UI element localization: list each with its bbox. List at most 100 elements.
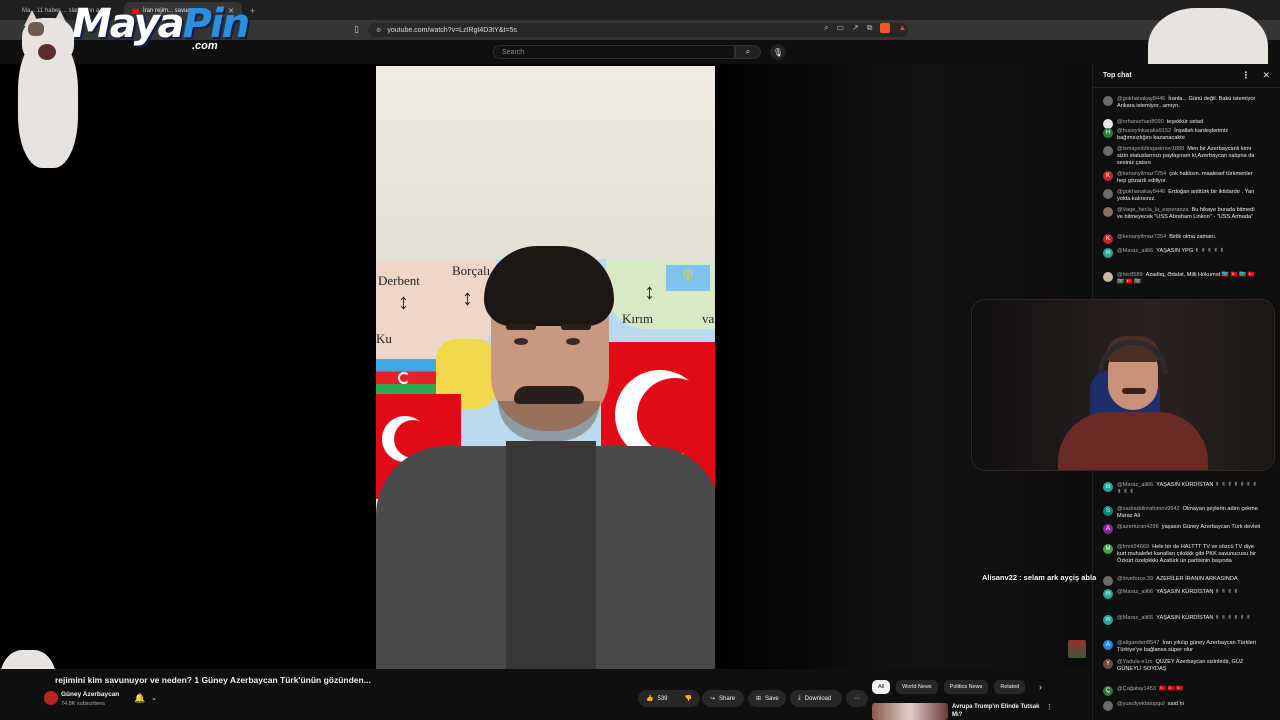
share-label: Share bbox=[719, 695, 736, 702]
chat-author[interactable]: @loveforce.39 bbox=[1117, 576, 1153, 582]
chat-avatar[interactable]: H bbox=[1103, 128, 1113, 138]
thumbs-up-icon[interactable]: 👍 bbox=[646, 695, 653, 702]
mini-thumbnail[interactable] bbox=[1068, 640, 1086, 658]
chat-avatar[interactable]: Ç bbox=[1103, 686, 1113, 696]
chat-author[interactable]: @fmnt24669 bbox=[1117, 544, 1149, 550]
chat-author[interactable]: @Maraz_ali66 bbox=[1117, 248, 1153, 254]
bookmark-icon[interactable]: ▯ bbox=[354, 24, 362, 35]
chat-author[interactable]: @Çağatay1453 bbox=[1117, 686, 1156, 692]
chat-message-body: @sadraddinrahimov9542 Olmayan şeylerin ad… bbox=[1117, 506, 1261, 520]
chat-avatar[interactable] bbox=[1103, 576, 1113, 586]
chat-author[interactable]: @Vaqe_hecla_la_esperanza bbox=[1117, 207, 1189, 213]
chat-text: 🇹🇷 🇹🇷 🇹🇷 bbox=[1158, 686, 1183, 692]
chat-author[interactable]: @kenanyilmaz7254 bbox=[1117, 171, 1166, 177]
cast-icon[interactable]: ▭ bbox=[836, 23, 844, 33]
chat-text: YAŞASIN KÜRDİSTAN ✌ ✌ ✌ ✌ ✌ ✌ bbox=[1156, 615, 1251, 621]
chat-author[interactable]: @sadraddinrahimov9542 bbox=[1117, 506, 1180, 512]
like-dislike-group: 👍 539 👎 bbox=[638, 690, 700, 707]
chat-message: @gokhanakay8446 Erdoğan antitürk bir ikti… bbox=[1093, 189, 1269, 203]
chat-author[interactable]: @ismayeddinqasimov1888 bbox=[1117, 146, 1184, 152]
chat-author[interactable]: @Maraz_ali66 bbox=[1117, 482, 1153, 488]
chat-message-body: @ismayeddinqasimov1888 Men bir Azerbaycan… bbox=[1117, 146, 1261, 167]
logo-text: Maya bbox=[72, 1, 185, 47]
share-icon[interactable]: ↗ bbox=[852, 23, 859, 33]
chat-author[interactable]: @aliganden8547 bbox=[1117, 640, 1159, 646]
chip-related[interactable]: Related bbox=[994, 680, 1026, 694]
chat-author[interactable]: @Yadula-e1m bbox=[1117, 659, 1152, 665]
chat-author[interactable]: @kenanyilmaz7254 bbox=[1117, 234, 1166, 240]
chat-author[interactable]: @Maraz_ali66 bbox=[1117, 615, 1153, 621]
chat-avatar[interactable] bbox=[1103, 701, 1113, 711]
thumbs-down-icon[interactable]: 👎 bbox=[685, 695, 692, 702]
like-count[interactable]: 539 bbox=[657, 696, 667, 702]
chat-avatar[interactable] bbox=[1103, 146, 1113, 156]
streamer-shirt bbox=[1058, 412, 1208, 470]
chevron-right-icon[interactable]: › bbox=[1039, 682, 1042, 692]
chat-avatar[interactable]: Y bbox=[1103, 659, 1113, 669]
notification-bell-icon[interactable]: 🔔 bbox=[134, 693, 145, 704]
chat-avatar[interactable]: A bbox=[1103, 640, 1113, 650]
chat-avatar[interactable]: m bbox=[1103, 615, 1113, 625]
chip-politics-news[interactable]: Politics News bbox=[943, 680, 989, 694]
chat-mode-selector[interactable]: Top chat bbox=[1103, 72, 1132, 79]
share-button[interactable]: ↪ Share bbox=[702, 690, 744, 707]
chat-message: @ismayeddinqasimov1888 Men bir Azerbaycan… bbox=[1093, 146, 1269, 167]
chat-message-body: @loveforce.39 AZERİLER İRANIN ARKASINDA bbox=[1117, 576, 1238, 586]
chat-avatar[interactable]: S bbox=[1103, 506, 1113, 516]
chat-avatar[interactable]: m bbox=[1103, 482, 1113, 492]
chat-author[interactable]: @azerturan4296 bbox=[1117, 524, 1159, 530]
chat-message-body: @htc8589 Azadlıq, Ədalət, Milli Hökumət 🇦… bbox=[1117, 272, 1261, 286]
crimean-tatar-flag: ψ bbox=[666, 265, 710, 291]
chat-avatar[interactable] bbox=[1103, 207, 1113, 217]
channel-name[interactable]: Güney Azerbaycan bbox=[61, 691, 119, 698]
chat-author[interactable]: @Maraz_ali66 bbox=[1117, 589, 1153, 595]
save-button[interactable]: ⊞ Save bbox=[748, 690, 786, 707]
eyebrow bbox=[561, 324, 591, 330]
extensions-icon[interactable]: ⧉ bbox=[867, 23, 873, 33]
chat-avatar[interactable]: m bbox=[1103, 589, 1113, 599]
download-button[interactable]: ⤓ Download bbox=[790, 690, 842, 707]
search-button[interactable]: ⌕ bbox=[735, 45, 761, 59]
chat-author[interactable]: @gokhanakay8446 bbox=[1117, 96, 1165, 102]
chip-world-news[interactable]: World News bbox=[896, 680, 938, 694]
voice-search-button[interactable]: 🎙 bbox=[770, 44, 786, 60]
chat-avatar[interactable]: M bbox=[1103, 544, 1113, 554]
chat-avatar[interactable]: m bbox=[1103, 248, 1113, 258]
more-options-icon[interactable]: ⋮ bbox=[1241, 70, 1250, 81]
recommended-video-thumbnail[interactable] bbox=[872, 703, 948, 720]
recommended-video-title[interactable]: Avrupa Trump'ın Elinde Tutsak Mı? bbox=[952, 703, 1040, 719]
download-label: Download bbox=[804, 695, 832, 702]
brave-shield-icon[interactable] bbox=[880, 23, 891, 33]
mayapin-logo: MayaPin bbox=[72, 1, 250, 47]
chip-all[interactable]: All bbox=[872, 680, 891, 694]
chat-author[interactable]: @gokhanakay8446 bbox=[1117, 189, 1165, 195]
chat-message-body: @yusufyektatopgul said hi bbox=[1117, 701, 1184, 711]
search-input[interactable]: Search bbox=[493, 45, 735, 59]
close-chat-icon[interactable]: ✕ bbox=[1262, 70, 1270, 81]
chat-avatar[interactable] bbox=[1103, 96, 1113, 106]
eye bbox=[566, 338, 580, 345]
chat-message-body: @gokhanakay8446 Erdoğan antitürk bir ikti… bbox=[1117, 189, 1261, 203]
chat-author[interactable]: @yusufyektatopgul bbox=[1117, 701, 1165, 707]
site-info-icon[interactable]: ⚙ bbox=[376, 27, 381, 34]
chevron-down-icon[interactable]: ⌄ bbox=[151, 694, 157, 702]
chat-avatar[interactable] bbox=[1103, 272, 1113, 282]
chat-author[interactable]: @huseyinkaraka9152 bbox=[1117, 128, 1171, 134]
more-actions-button[interactable]: ⋯ bbox=[846, 690, 868, 707]
chat-author[interactable]: @htc8589 bbox=[1117, 272, 1143, 278]
chat-avatar[interactable]: A bbox=[1103, 524, 1113, 534]
channel-avatar[interactable] bbox=[44, 691, 58, 705]
mustache bbox=[514, 386, 584, 404]
chat-avatar[interactable]: K bbox=[1103, 171, 1113, 181]
chat-avatar[interactable] bbox=[1103, 189, 1113, 199]
shirt bbox=[506, 441, 596, 669]
brave-rewards-icon[interactable]: ▲ bbox=[898, 23, 906, 33]
more-options-icon[interactable]: ⋮ bbox=[1046, 703, 1053, 711]
zoom-icon[interactable]: ⌕ bbox=[824, 23, 828, 33]
recommendation-chips: All World News Politics News Related bbox=[872, 680, 1026, 694]
chat-author[interactable]: @orhanorhan8090 bbox=[1117, 119, 1164, 125]
chat-avatar[interactable]: K bbox=[1103, 234, 1113, 244]
map-label: va bbox=[702, 311, 715, 326]
video-player[interactable]: Derbent Borçalı Kırım Ku va ↕ ↕ ↕ ψ bbox=[0, 64, 1092, 669]
arrow-icon: ↕ bbox=[398, 289, 409, 314]
